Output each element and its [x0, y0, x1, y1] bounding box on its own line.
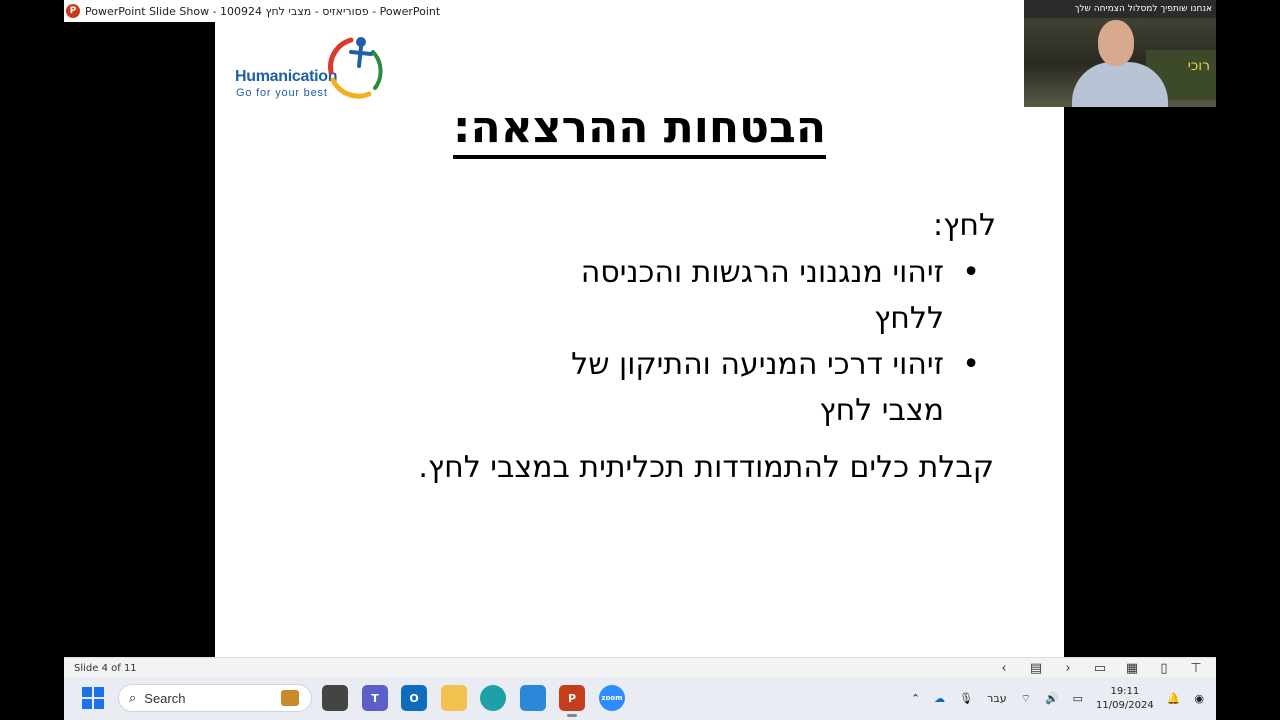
file-explorer-icon[interactable] — [441, 685, 467, 711]
clock[interactable]: 19:11 11/09/2024 — [1096, 685, 1154, 713]
windows-start-icon[interactable] — [82, 687, 104, 709]
window-title: PowerPoint Slide Show - 100924 פסוריאזיס… — [85, 4, 441, 18]
webcam-video-feed[interactable]: אנחנו שותפיך למסלול הצמיחה שלך רוכי — [1024, 0, 1216, 107]
company-logo: Humanication Go for your best — [235, 32, 395, 112]
wifi-icon[interactable]: ⌔ — [1021, 692, 1031, 706]
volume-icon[interactable]: 🔊 — [1045, 692, 1059, 705]
task-view-icon[interactable] — [322, 685, 348, 711]
slide-title-text: הבטחות ההרצאה: — [452, 102, 827, 159]
search-label: Search — [144, 690, 186, 706]
powerpoint-icon: P — [66, 4, 80, 18]
chevron-up-icon[interactable]: ⌃ — [911, 692, 920, 705]
slideshow-controls: ‹ ▤ › ▭ ▦ ▯ ⊤ — [996, 658, 1204, 678]
language-indicator[interactable]: עבר — [987, 692, 1006, 705]
bullet-text: זיהוי מנגנוני הרגשות והכניסה ללחץ — [580, 255, 944, 336]
taskbar-search-box[interactable]: ⌕ Search — [118, 684, 312, 712]
clock-time: 19:11 — [1110, 685, 1140, 697]
logo-swirl-icon — [328, 37, 383, 99]
section-heading: לחץ: — [933, 208, 996, 243]
slide-counter: Slide 4 of 11 — [74, 662, 137, 674]
reading-view-icon[interactable]: ▯ — [1156, 660, 1172, 676]
teams-icon[interactable]: T — [362, 685, 388, 711]
bullet-list: • זיהוי מנגנוני הרגשות והכניסה ללחץ • זי… — [504, 250, 980, 434]
webcam-banner-text: אנחנו שותפיך למסלול הצמיחה שלך — [1024, 0, 1216, 18]
previous-slide-icon[interactable]: ‹ — [996, 660, 1012, 676]
slideshow-view-icon[interactable]: ⊤ — [1188, 660, 1204, 676]
windows-taskbar: ⌕ Search T O P zoom ⌃ ☁ 🎙 עבר ⌔ 🔊 ▭ 19:1… — [64, 677, 1216, 720]
presenter-head — [1098, 20, 1134, 66]
powerpoint-taskbar-icon[interactable]: P — [559, 685, 585, 717]
zoom-icon[interactable]: zoom — [599, 685, 625, 711]
bullet-item: • זיהוי דרכי המניעה והתיקון של מצבי לחץ — [504, 342, 980, 434]
next-slide-icon[interactable]: › — [1060, 660, 1076, 676]
clock-date: 11/09/2024 — [1096, 699, 1154, 711]
onedrive-icon[interactable]: ☁ — [934, 692, 945, 705]
copilot-icon[interactable]: ◉ — [1194, 692, 1204, 705]
edge-icon[interactable] — [480, 685, 506, 711]
system-tray: ⌃ ☁ 🎙 עבר ⌔ 🔊 ▭ 19:11 11/09/2024 🔔 ◉ — [904, 677, 1216, 720]
battery-icon[interactable]: ▭ — [1073, 692, 1083, 705]
slide-canvas[interactable]: Humanication Go for your best הבטחות ההר… — [215, 22, 1064, 657]
logo-tagline: Go for your best — [236, 87, 328, 99]
bullet-dot-icon: • — [962, 255, 980, 290]
bullet-text: זיהוי דרכי המניעה והתיקון של מצבי לחץ — [571, 347, 944, 428]
bullet-dot-icon: • — [962, 347, 980, 382]
slide-menu-icon[interactable]: ▤ — [1028, 660, 1044, 676]
bullet-item: • זיהוי מנגנוני הרגשות והכניסה ללחץ — [504, 250, 980, 342]
letterbox-left — [64, 22, 215, 657]
webcam-board-text: רוכי — [1187, 58, 1210, 74]
slideshow-status-bar: Slide 4 of 11 ‹ ▤ › ▭ ▦ ▯ ⊤ — [64, 657, 1216, 678]
slide-sorter-icon[interactable]: ▦ — [1124, 660, 1140, 676]
slide-title: הבטחות ההרצאה: — [215, 102, 1064, 159]
outlook-icon[interactable]: O — [401, 685, 427, 711]
microphone-icon[interactable]: 🎙 — [959, 692, 973, 705]
store-icon[interactable] — [520, 685, 546, 711]
briefcase-icon — [281, 690, 299, 706]
search-icon: ⌕ — [129, 690, 137, 706]
letterbox-right — [1064, 22, 1216, 657]
closing-statement: קבלת כלים להתמודדות תכליתית במצבי לחץ. — [418, 450, 994, 485]
notifications-bell-icon[interactable]: 🔔 — [1167, 692, 1181, 705]
window-title-bar: P PowerPoint Slide Show - 100924 פסוריאז… — [64, 0, 1064, 22]
normal-view-icon[interactable]: ▭ — [1092, 660, 1108, 676]
